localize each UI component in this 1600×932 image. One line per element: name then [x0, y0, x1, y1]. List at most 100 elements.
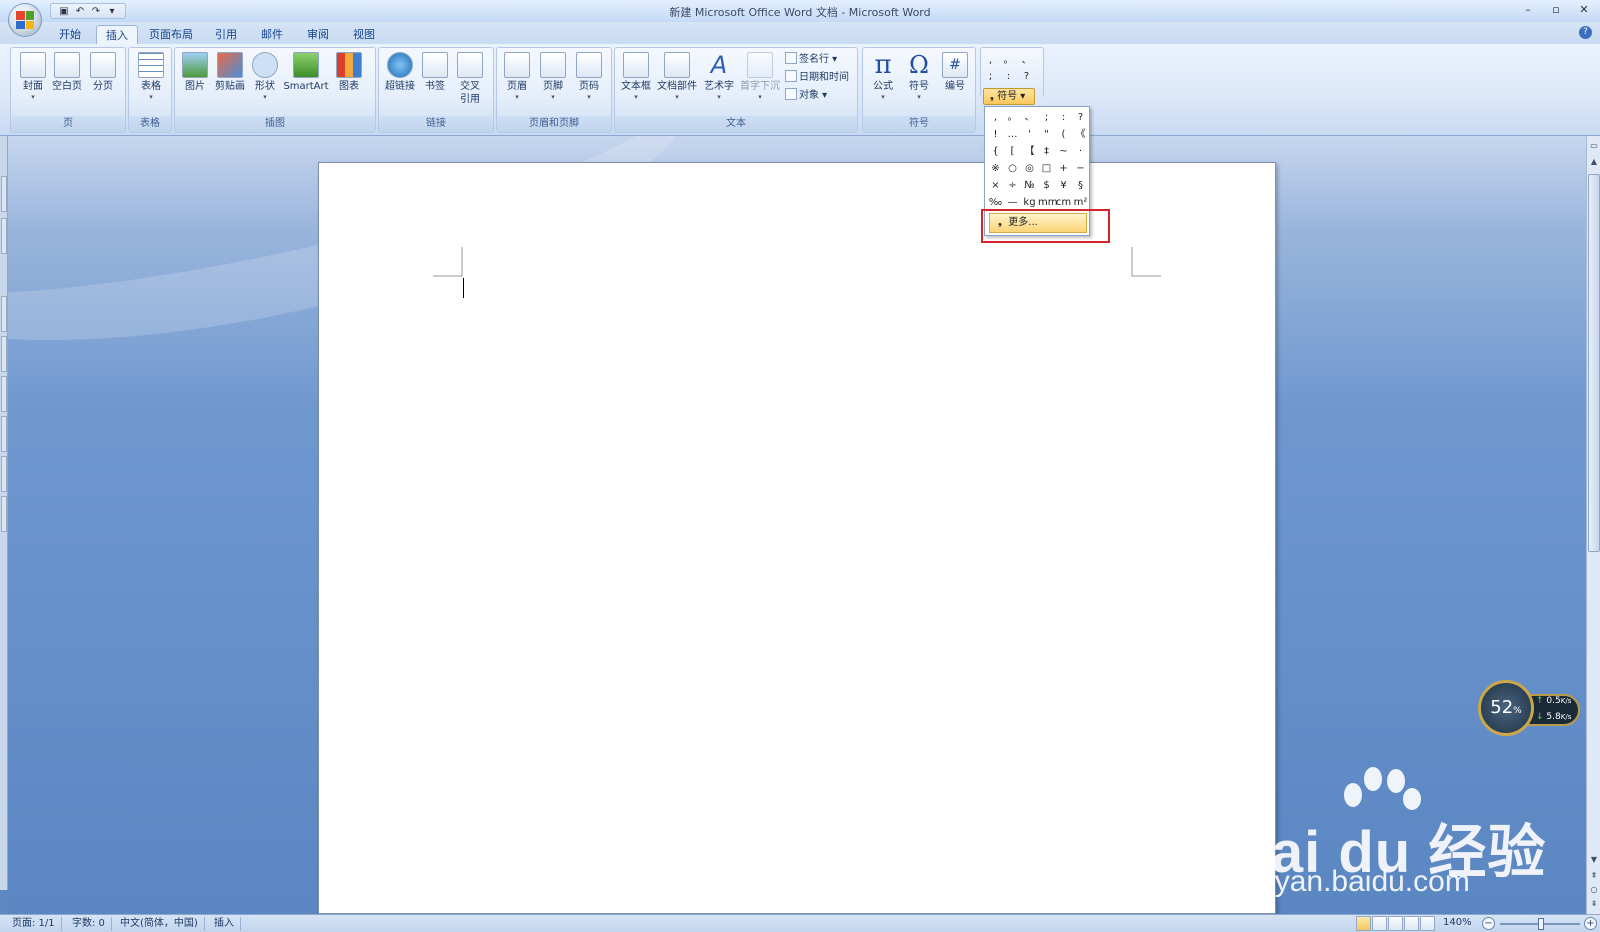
symbol-cell[interactable]: ÷	[1004, 177, 1021, 194]
table-button[interactable]: 表格 ▾	[135, 52, 167, 101]
symbol-cell[interactable]: $	[1038, 177, 1055, 194]
symbol-cell[interactable]: (	[1055, 126, 1072, 143]
drop-cap-button[interactable]: 首字下沉 ▾	[739, 52, 781, 101]
web-layout-icon[interactable]	[1388, 916, 1403, 931]
shapes-button[interactable]: 形状 ▾	[251, 52, 279, 101]
print-layout-icon[interactable]	[1356, 916, 1371, 931]
symbol-cell[interactable]: !	[987, 126, 1004, 143]
symbol-cell[interactable]: 、	[1021, 109, 1038, 126]
full-screen-reading-icon[interactable]	[1372, 916, 1387, 931]
minimize-button[interactable]: –	[1518, 2, 1538, 18]
symbol-cell[interactable]: 【	[1021, 143, 1038, 160]
page-break-button[interactable]: 分页	[87, 52, 119, 93]
symbol-cell[interactable]: ;	[1038, 109, 1055, 126]
symbol-cell[interactable]: {	[987, 143, 1004, 160]
hash-icon: #	[942, 52, 968, 78]
clip-art-button[interactable]: 剪贴画	[213, 52, 247, 93]
language-indicator[interactable]: 中文(简体，中国)	[114, 917, 205, 931]
page-number-button[interactable]: 页码 ▾	[573, 52, 605, 101]
symbol-cell[interactable]: ‡	[1038, 143, 1055, 160]
tab-insert[interactable]: 插入	[96, 25, 138, 44]
close-button[interactable]: ✕	[1574, 2, 1594, 18]
scroll-down-icon[interactable]: ▼	[1588, 854, 1600, 866]
symbol-cell[interactable]: □	[1038, 160, 1055, 177]
tab-view[interactable]: 视图	[344, 25, 384, 44]
wordart-button[interactable]: A 艺术字 ▾	[701, 52, 737, 101]
scroll-thumb[interactable]	[1588, 174, 1600, 552]
mini-symbol[interactable]: ?	[1018, 68, 1035, 85]
help-icon[interactable]: ?	[1579, 26, 1592, 39]
ruler-toggle-icon[interactable]: ▭	[1588, 140, 1600, 152]
smartart-button[interactable]: SmartArt	[283, 52, 329, 93]
previous-page-icon[interactable]: ⇞	[1588, 870, 1600, 882]
office-button[interactable]	[8, 3, 42, 37]
outline-icon[interactable]	[1404, 916, 1419, 931]
symbol-cell[interactable]: +	[1055, 160, 1072, 177]
symbol-button[interactable]: Ω 符号 ▾	[903, 52, 935, 101]
symbol-cell[interactable]: ?	[1072, 109, 1089, 126]
symbol-cell[interactable]: ◎	[1021, 160, 1038, 177]
tab-references[interactable]: 引用	[206, 25, 246, 44]
quick-parts-button[interactable]: 文档部件 ▾	[655, 52, 699, 101]
date-time-button[interactable]: 日期和时间	[785, 70, 849, 86]
zoom-in-icon[interactable]: +	[1584, 917, 1597, 930]
browse-object-icon[interactable]: ○	[1588, 884, 1600, 896]
draft-icon[interactable]	[1420, 916, 1435, 931]
symbol-cell[interactable]: −	[1072, 160, 1089, 177]
blank-page-button[interactable]: 空白页	[51, 52, 83, 93]
symbol-cell[interactable]: ×	[987, 177, 1004, 194]
symbol-cell[interactable]: 。	[1004, 109, 1021, 126]
symbol-cell[interactable]: :	[1055, 109, 1072, 126]
tab-page-layout[interactable]: 页面布局	[140, 25, 202, 44]
mini-symbol[interactable]: :	[1000, 68, 1017, 85]
page-count[interactable]: 页面: 1/1	[6, 917, 62, 931]
picture-button[interactable]: 图片	[179, 52, 211, 93]
next-page-icon[interactable]: ⇟	[1588, 898, 1600, 910]
symbol-cell[interactable]: [	[1004, 143, 1021, 160]
tab-home[interactable]: 开始	[50, 25, 90, 44]
mini-symbol[interactable]: 、	[1018, 52, 1035, 69]
blank-page-icon	[54, 52, 80, 78]
zoom-slider-thumb[interactable]	[1538, 918, 1544, 930]
symbol-cell[interactable]: §	[1072, 177, 1089, 194]
symbol-cell[interactable]: ○	[1004, 160, 1021, 177]
word-count[interactable]: 字数: 0	[66, 917, 112, 931]
vertical-scrollbar[interactable]: ▭ ▲ ▼ ⇞ ○ ⇟	[1586, 136, 1600, 914]
numbering-button[interactable]: # 编号	[939, 52, 971, 93]
object-button[interactable]: 对象 ▾	[785, 88, 827, 104]
footer-button[interactable]: 页脚 ▾	[537, 52, 569, 101]
symbol-cell[interactable]: ,	[987, 109, 1004, 126]
symbol-cell[interactable]: ~	[1055, 143, 1072, 160]
symbol-cell[interactable]: ·	[1072, 143, 1089, 160]
cover-page-button[interactable]: 封面 ▾	[17, 52, 49, 101]
chart-button[interactable]: 图表	[333, 52, 365, 93]
mini-symbol[interactable]: 。	[1000, 52, 1017, 69]
symbol-cell[interactable]: ※	[987, 160, 1004, 177]
symbol-cell[interactable]: …	[1004, 126, 1021, 143]
symbol-cell[interactable]: ¥	[1055, 177, 1072, 194]
bookmark-button[interactable]: 书签	[421, 52, 449, 93]
header-button[interactable]: 页眉 ▾	[501, 52, 533, 101]
signature-line-button[interactable]: 签名行 ▾	[785, 52, 837, 68]
mini-symbol[interactable]: ,	[982, 52, 999, 69]
special-symbol-button[interactable]: ❟ 符号 ▾	[983, 88, 1035, 105]
restore-button[interactable]: ▫	[1546, 2, 1566, 18]
insert-mode[interactable]: 插入	[208, 917, 241, 931]
network-monitor-widget[interactable]: 52% ↑ 0.5K/s ↓ 5.8K/s	[1478, 680, 1583, 738]
symbol-cell[interactable]: "	[1038, 126, 1055, 143]
symbol-cell[interactable]: №	[1021, 177, 1038, 194]
tab-review[interactable]: 审阅	[298, 25, 338, 44]
zoom-level[interactable]: 140%	[1443, 917, 1472, 928]
text-box-button[interactable]: 文本框 ▾	[619, 52, 653, 101]
symbol-cell[interactable]: '	[1021, 126, 1038, 143]
symbol-cell[interactable]: 《	[1072, 126, 1089, 143]
mini-symbol[interactable]: ;	[982, 68, 999, 85]
document-page[interactable]	[318, 162, 1276, 914]
bookmark-icon	[422, 52, 448, 78]
tab-mailings[interactable]: 邮件	[252, 25, 292, 44]
cross-reference-button[interactable]: 交叉 引用	[455, 52, 485, 106]
scroll-up-icon[interactable]: ▲	[1588, 156, 1600, 168]
hyperlink-button[interactable]: 超链接	[383, 52, 417, 93]
equation-button[interactable]: π 公式 ▾	[867, 52, 899, 101]
zoom-out-icon[interactable]: −	[1482, 917, 1495, 930]
